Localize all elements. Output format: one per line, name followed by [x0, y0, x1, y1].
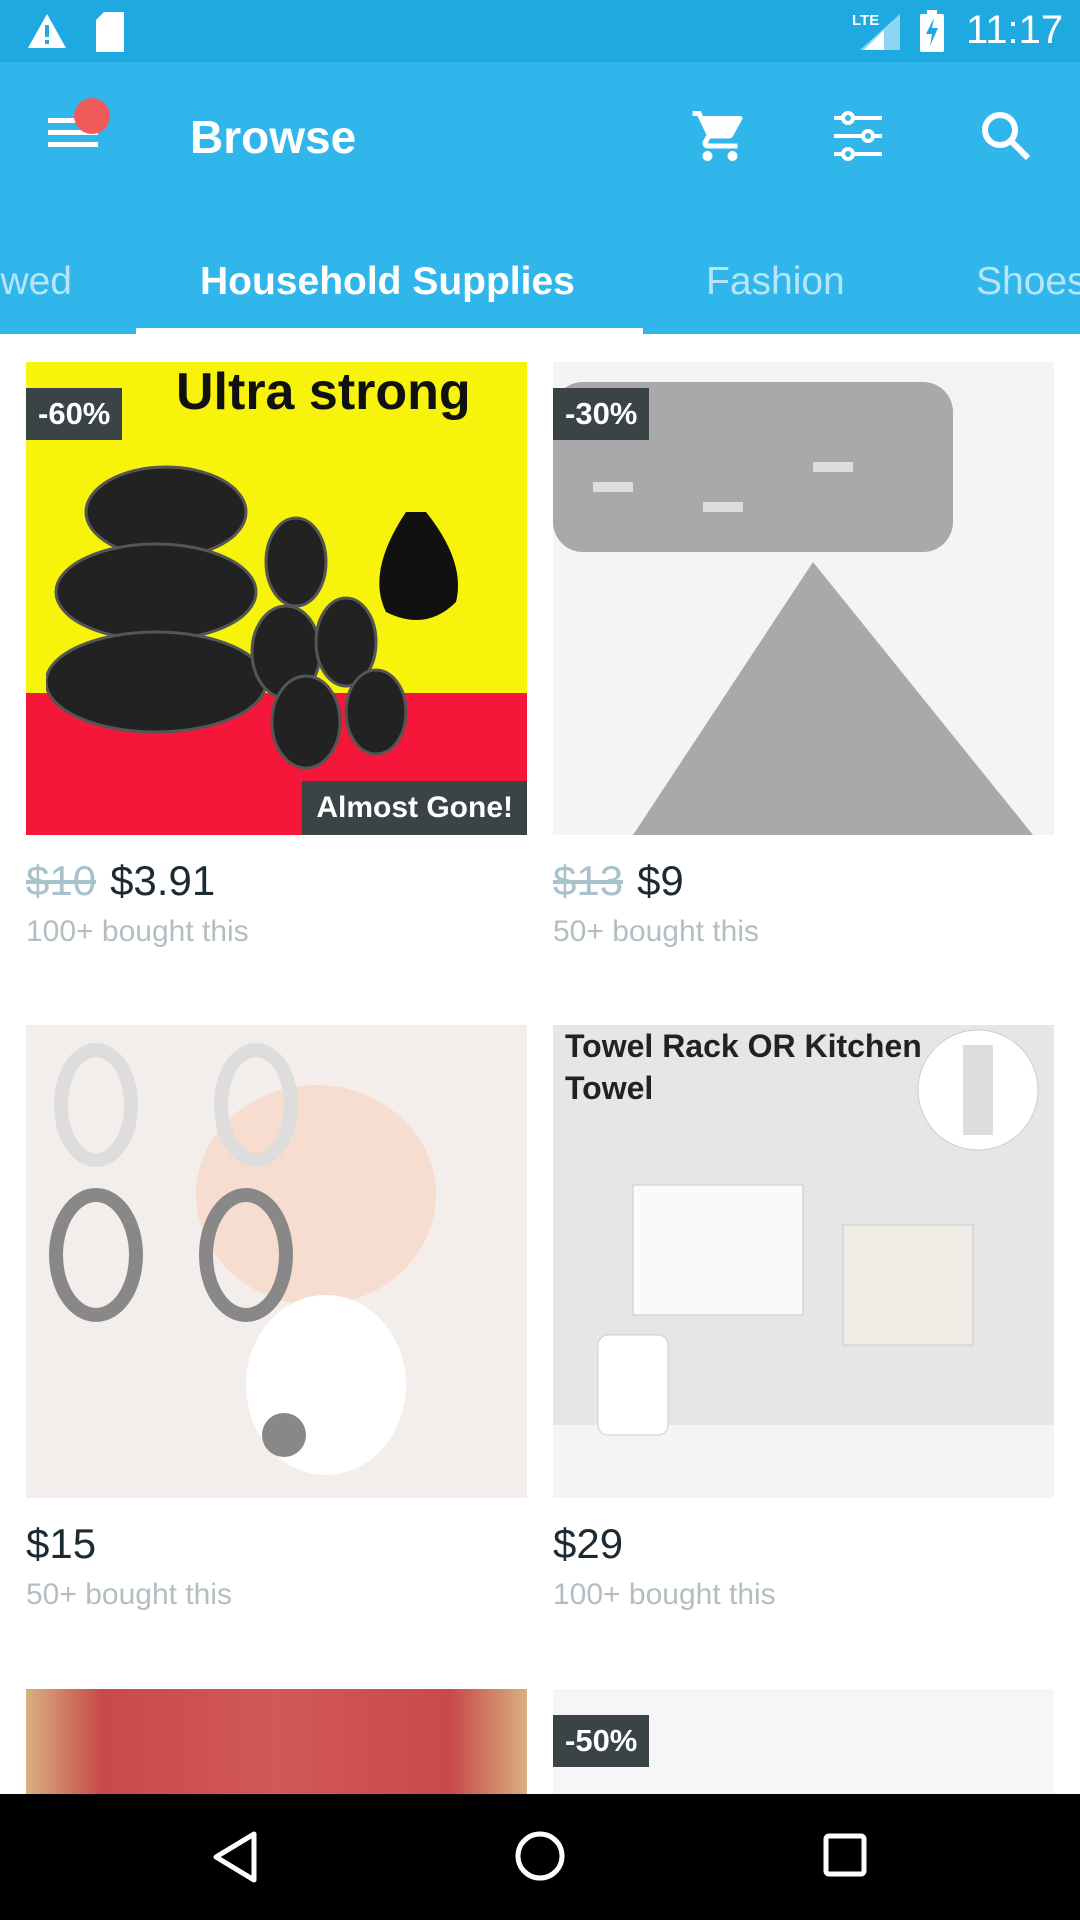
page-title: Browse — [190, 111, 357, 163]
battery-charging-icon — [920, 10, 944, 52]
sale-price: $9 — [637, 857, 684, 904]
recents-icon[interactable] — [822, 1832, 868, 1878]
bought-count: 50+ bought this — [26, 1578, 233, 1611]
clock: 11:17 — [966, 8, 1064, 52]
trash-bags-illustration — [46, 465, 458, 770]
filter-icon[interactable] — [830, 108, 886, 164]
original-price: $13 — [553, 857, 624, 904]
menu-button[interactable] — [40, 92, 110, 162]
product-card[interactable]: -30% $13 $9 50+ bought this — [553, 362, 1054, 949]
price-row: $10 $3.91 — [26, 857, 527, 909]
original-price: $10 — [26, 857, 97, 904]
bought-count: 50+ bought this — [553, 915, 760, 948]
discount-badge: -30% — [553, 388, 650, 440]
product-card[interactable]: Ultra strong -60% Almost Gone! $10 $3.91 … — [26, 362, 527, 949]
search-icon[interactable] — [978, 108, 1034, 164]
category-tabs: Recently Viewed Household Supplies Fashi… — [0, 242, 1080, 334]
product-image: Towel Rack OR Kitchen Towel — [553, 1025, 1054, 1498]
price-row: $29 — [553, 1520, 1054, 1572]
home-icon[interactable] — [514, 1830, 566, 1882]
tab-recently-viewed[interactable]: Recently Viewed — [0, 260, 72, 304]
product-image: -30% — [553, 362, 1054, 835]
product-card[interactable]: -50% — [553, 1689, 1054, 1794]
almost-gone-tag: Almost Gone! — [302, 781, 527, 835]
signal-icon — [860, 14, 900, 50]
menu-icon — [48, 98, 110, 147]
product-card[interactable]: Towel Rack OR Kitchen Towel $29 100+ bou… — [553, 1025, 1054, 1612]
tab-shoes[interactable]: Shoes — [976, 260, 1080, 304]
sale-price: $3.91 — [110, 857, 216, 904]
bought-count: 100+ bought this — [26, 915, 249, 948]
back-icon[interactable] — [210, 1830, 260, 1884]
image-text: Ultra strong — [176, 363, 471, 421]
navigation-bar — [0, 1794, 1080, 1920]
product-image: Ultra strong -60% Almost Gone! — [26, 362, 527, 835]
product-card[interactable] — [26, 1689, 527, 1794]
cart-icon[interactable] — [690, 106, 750, 166]
tab-fashion[interactable]: Fashion — [706, 260, 845, 304]
tab-household-supplies[interactable]: Household Supplies — [200, 260, 575, 304]
discount-badge: -60% — [26, 388, 123, 440]
status-bar: LTE 11:17 — [0, 0, 1080, 62]
product-image — [26, 1689, 527, 1794]
product-card[interactable]: $15 50+ bought this — [26, 1025, 527, 1612]
sd-card-icon — [96, 12, 124, 52]
image-text: Towel Rack OR Kitchen Towel — [565, 1028, 922, 1106]
product-image — [26, 1025, 527, 1498]
sale-price: $15 — [26, 1520, 97, 1567]
baby-bracelet-illustration — [49, 1043, 436, 1475]
sale-price: $29 — [553, 1520, 624, 1567]
bought-count: 100+ bought this — [553, 1578, 776, 1611]
tab-indicator — [136, 328, 643, 334]
price-row: $15 — [26, 1520, 527, 1572]
price-row: $13 $9 — [553, 857, 1054, 909]
app-bar: Browse Recently Viewed Household Supplie… — [0, 62, 1080, 334]
product-image: -50% — [553, 1689, 1054, 1794]
discount-badge: -50% — [553, 1715, 650, 1767]
warning-icon — [28, 14, 66, 48]
